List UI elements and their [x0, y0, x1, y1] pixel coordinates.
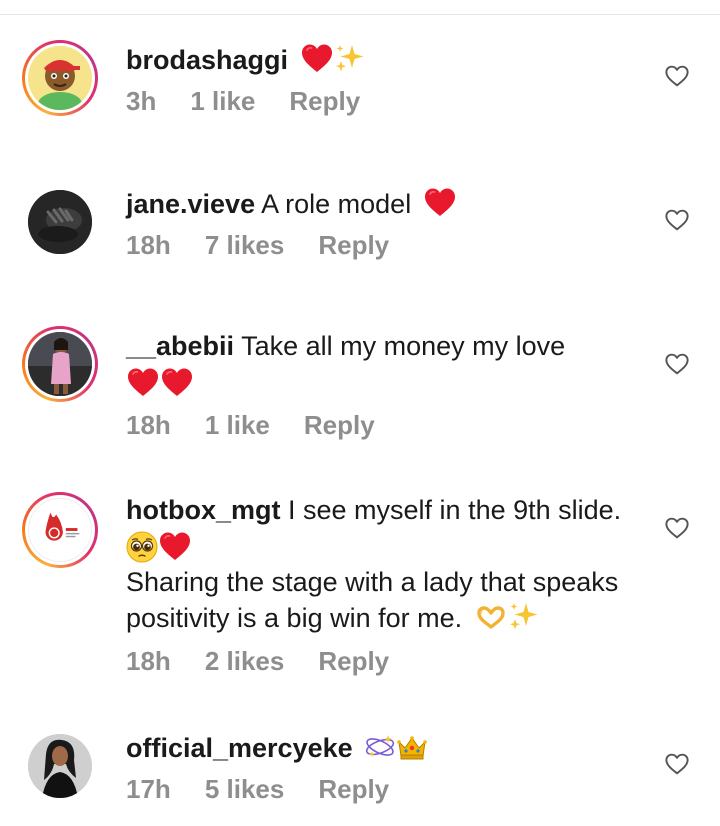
avatar-image [28, 46, 92, 110]
comment-meta: 18h 7 likes Reply [126, 228, 389, 262]
sparkles-emoji [508, 601, 540, 633]
like-heart-icon[interactable] [664, 63, 690, 89]
comment-username[interactable]: brodashaggi [126, 45, 288, 75]
avatar[interactable] [22, 184, 98, 260]
comment-body: I see myself in the 9th slide. [288, 495, 622, 525]
heart-hands-emoji [474, 601, 508, 633]
crown-emoji [396, 731, 428, 763]
reply-button[interactable]: Reply [289, 84, 360, 118]
avatar-image [28, 190, 92, 254]
comment-username[interactable]: __abebii [126, 331, 234, 361]
comment-time: 18h [126, 646, 171, 676]
comment-body: A role model [261, 189, 412, 219]
sparkles-emoji [334, 43, 366, 75]
comment-item: official_mercyeke 17h 5 likes Reply [0, 710, 720, 826]
comment-time: 3h [126, 86, 157, 116]
avatar[interactable] [22, 326, 98, 402]
comment-username[interactable]: official_mercyeke [126, 733, 353, 763]
comment-likes[interactable]: 1 like [190, 84, 255, 118]
comment-meta: 18h 1 like Reply [126, 408, 375, 442]
avatar-image [28, 332, 92, 396]
comment-text: hotbox_mgt I see myself in the 9th slide… [126, 492, 656, 636]
reply-button[interactable]: Reply [304, 408, 375, 442]
red-heart-emoji [423, 187, 457, 219]
comment-likes[interactable]: 2 likes [205, 644, 285, 678]
comment-item: __abebii Take all my money my love 18h 1 … [0, 300, 720, 470]
like-heart-icon[interactable] [664, 351, 690, 377]
reply-button[interactable]: Reply [318, 228, 389, 262]
comment-likes[interactable]: 5 likes [205, 772, 285, 806]
comment-text: __abebii Take all my money my love [126, 328, 646, 400]
red-heart-emoji [160, 367, 194, 399]
comment-time: 18h [126, 410, 171, 440]
red-heart-emoji [126, 367, 160, 399]
comment-username[interactable]: jane.vieve [126, 189, 255, 219]
red-heart-emoji [300, 43, 334, 75]
avatar[interactable] [22, 728, 98, 804]
comment-meta: 17h 5 likes Reply [126, 772, 389, 806]
reply-button[interactable]: Reply [318, 644, 389, 678]
like-heart-icon[interactable] [664, 207, 690, 233]
comment-text: official_mercyeke [126, 730, 646, 766]
like-heart-icon[interactable] [664, 751, 690, 777]
avatar-image [28, 498, 92, 562]
comment-text: brodashaggi [126, 42, 646, 78]
red-heart-emoji [158, 531, 192, 563]
comment-body-continued: Sharing the stage with a lady that speak… [126, 567, 619, 633]
like-heart-icon[interactable] [664, 515, 690, 541]
comment-body: Take all my money my love [241, 331, 566, 361]
avatar[interactable] [22, 40, 98, 116]
comment-likes[interactable]: 1 like [205, 408, 270, 442]
pleading-face-emoji [126, 531, 158, 563]
dizzy-emoji [364, 731, 396, 763]
avatar[interactable] [22, 492, 98, 568]
comment-likes[interactable]: 7 likes [205, 228, 285, 262]
comment-meta: 3h 1 like Reply [126, 84, 360, 118]
comment-item: brodashaggi 3h 1 like Reply [0, 0, 720, 150]
comment-time: 18h [126, 230, 171, 260]
comment-item: jane.vieve A role model 18h 7 likes Reply [0, 150, 720, 300]
comment-item: hotbox_mgt I see myself in the 9th slide… [0, 470, 720, 710]
comment-username[interactable]: hotbox_mgt [126, 495, 281, 525]
avatar-image [28, 734, 92, 798]
comment-meta: 18h 2 likes Reply [126, 644, 389, 678]
comment-text: jane.vieve A role model [126, 186, 646, 222]
reply-button[interactable]: Reply [318, 772, 389, 806]
comment-time: 17h [126, 774, 171, 804]
